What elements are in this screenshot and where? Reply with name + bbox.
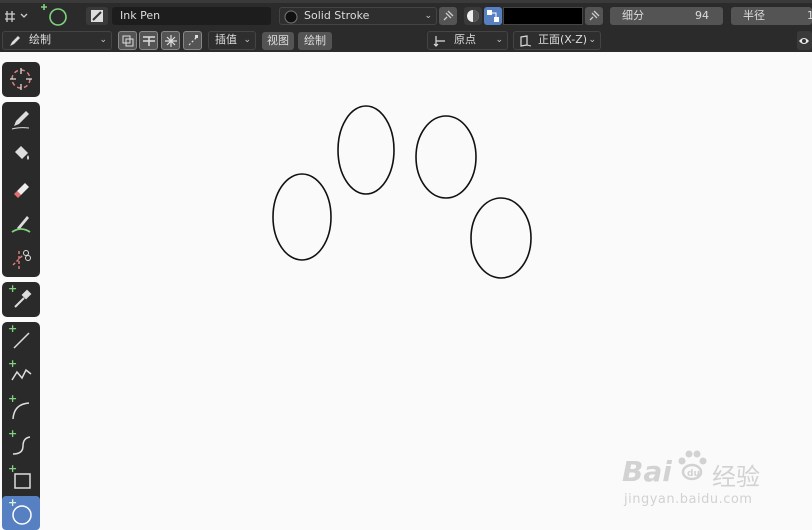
drawn-circle-stroke — [470, 197, 532, 279]
radius-label: 半径 — [743, 9, 765, 22]
transform-origin-icon — [433, 36, 445, 47]
shading-sphere-icon — [467, 10, 479, 22]
mode-dropdown[interactable]: 绘制 ⌄ — [2, 31, 112, 50]
chevron-down-icon: ⌄ — [495, 35, 503, 45]
pin-icon — [443, 10, 454, 21]
snap-icon — [5, 11, 28, 22]
subdivisions-label: 细分 — [622, 9, 644, 22]
circle-tool-icon — [41, 4, 67, 26]
drawn-circle-stroke — [272, 173, 332, 261]
watermark-url: jingyan.baidu.com — [624, 492, 753, 507]
material-name: Solid Stroke — [304, 9, 370, 22]
multiframe-button[interactable] — [118, 31, 137, 50]
overlay-visibility-button[interactable] — [797, 31, 812, 50]
layers-icon — [122, 35, 133, 46]
radius-field[interactable]: 半径 1 — [731, 7, 812, 25]
chevron-down-icon: ⌄ — [588, 35, 596, 45]
eye-icon — [799, 37, 809, 44]
vertex-paint-icon — [487, 10, 499, 22]
view-menu[interactable]: 视图 — [262, 32, 294, 50]
brush-preview-icon — [91, 10, 103, 22]
chevron-down-icon: ⌄ — [99, 35, 107, 45]
watermark-brand-cn: 经验 — [712, 463, 760, 491]
mode-label: 绘制 — [29, 33, 51, 46]
orientation-dropdown[interactable]: 正面(X-Z) ⌄ — [513, 31, 601, 50]
color-swatch[interactable] — [503, 7, 583, 25]
guides-button[interactable] — [183, 31, 202, 50]
svg-text:du: du — [687, 469, 700, 479]
subdivisions-field[interactable]: 细分 94 — [610, 7, 723, 25]
snapping-button[interactable] — [161, 31, 180, 50]
chevron-down-icon: ⌄ — [424, 11, 432, 21]
stroke-placement-icon — [142, 35, 155, 46]
subdivisions-value: 94 — [695, 9, 709, 22]
orientation-label: 正面(X-Z) — [538, 33, 588, 46]
header-top-strip — [0, 0, 812, 3]
snap-menu[interactable] — [4, 8, 32, 24]
pin-material-button[interactable] — [439, 7, 457, 25]
watermark-brand: Bai — [622, 455, 672, 488]
radius-value: 1 — [807, 9, 812, 22]
interpolate-dropdown[interactable]: 插值 ⌄ — [208, 31, 256, 50]
origin-dropdown[interactable]: 原点 ⌄ — [427, 31, 508, 50]
brush-name-field[interactable]: Ink Pen — [112, 7, 271, 25]
active-tool-circle[interactable] — [40, 3, 72, 29]
drawn-circle-stroke — [415, 115, 477, 199]
additive-button[interactable] — [139, 31, 158, 50]
material-dropdown[interactable]: Solid Stroke ⌄ — [279, 7, 437, 25]
paw-logo-icon: du — [678, 450, 707, 481]
drawn-circle-stroke — [337, 105, 395, 195]
material-sphere-icon — [284, 10, 298, 24]
origin-label: 原点 — [454, 33, 476, 46]
pin-icon — [589, 10, 600, 21]
pin-color-button[interactable] — [585, 7, 603, 25]
vertex-color-button[interactable] — [484, 7, 502, 25]
brush-icon-button[interactable] — [86, 7, 108, 25]
pencil-icon — [10, 36, 20, 46]
snowflake-icon — [164, 34, 177, 47]
interpolate-label: 插值 — [215, 33, 237, 46]
draw-menu[interactable]: 绘制 — [298, 32, 332, 50]
chevron-down-icon: ⌄ — [243, 35, 251, 45]
drawing-plane-icon — [520, 35, 532, 47]
color-mode-button[interactable] — [464, 7, 482, 25]
guides-icon — [188, 34, 198, 45]
